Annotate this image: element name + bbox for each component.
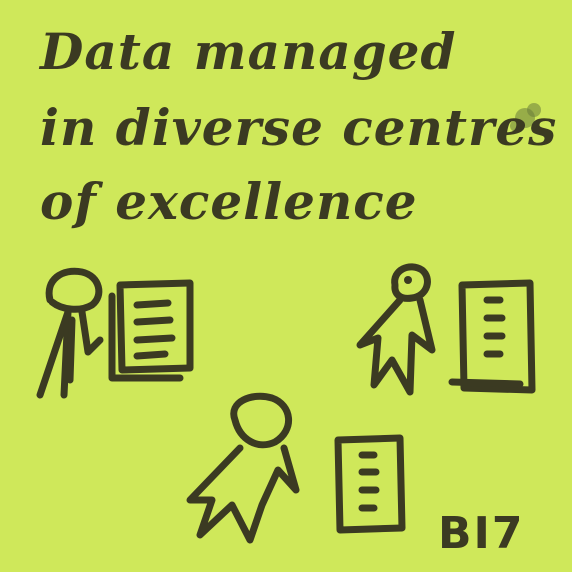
person-figure-right [356, 263, 436, 396]
document-icon-center [334, 434, 406, 534]
note-title-line-2: in diverse centres [40, 98, 558, 157]
sticky-note: Data managed in diverse centres of excel… [0, 0, 572, 572]
sketch-illustration [36, 103, 541, 544]
note-title-line-3: of excellence [40, 172, 418, 231]
note-tag: BI7 [438, 508, 525, 559]
person-figure-left [36, 267, 104, 399]
document-icon-right [448, 279, 536, 394]
note-title-line-1: Data managed [40, 22, 457, 81]
person-figure-center [186, 392, 300, 544]
document-icon-left [108, 279, 194, 382]
